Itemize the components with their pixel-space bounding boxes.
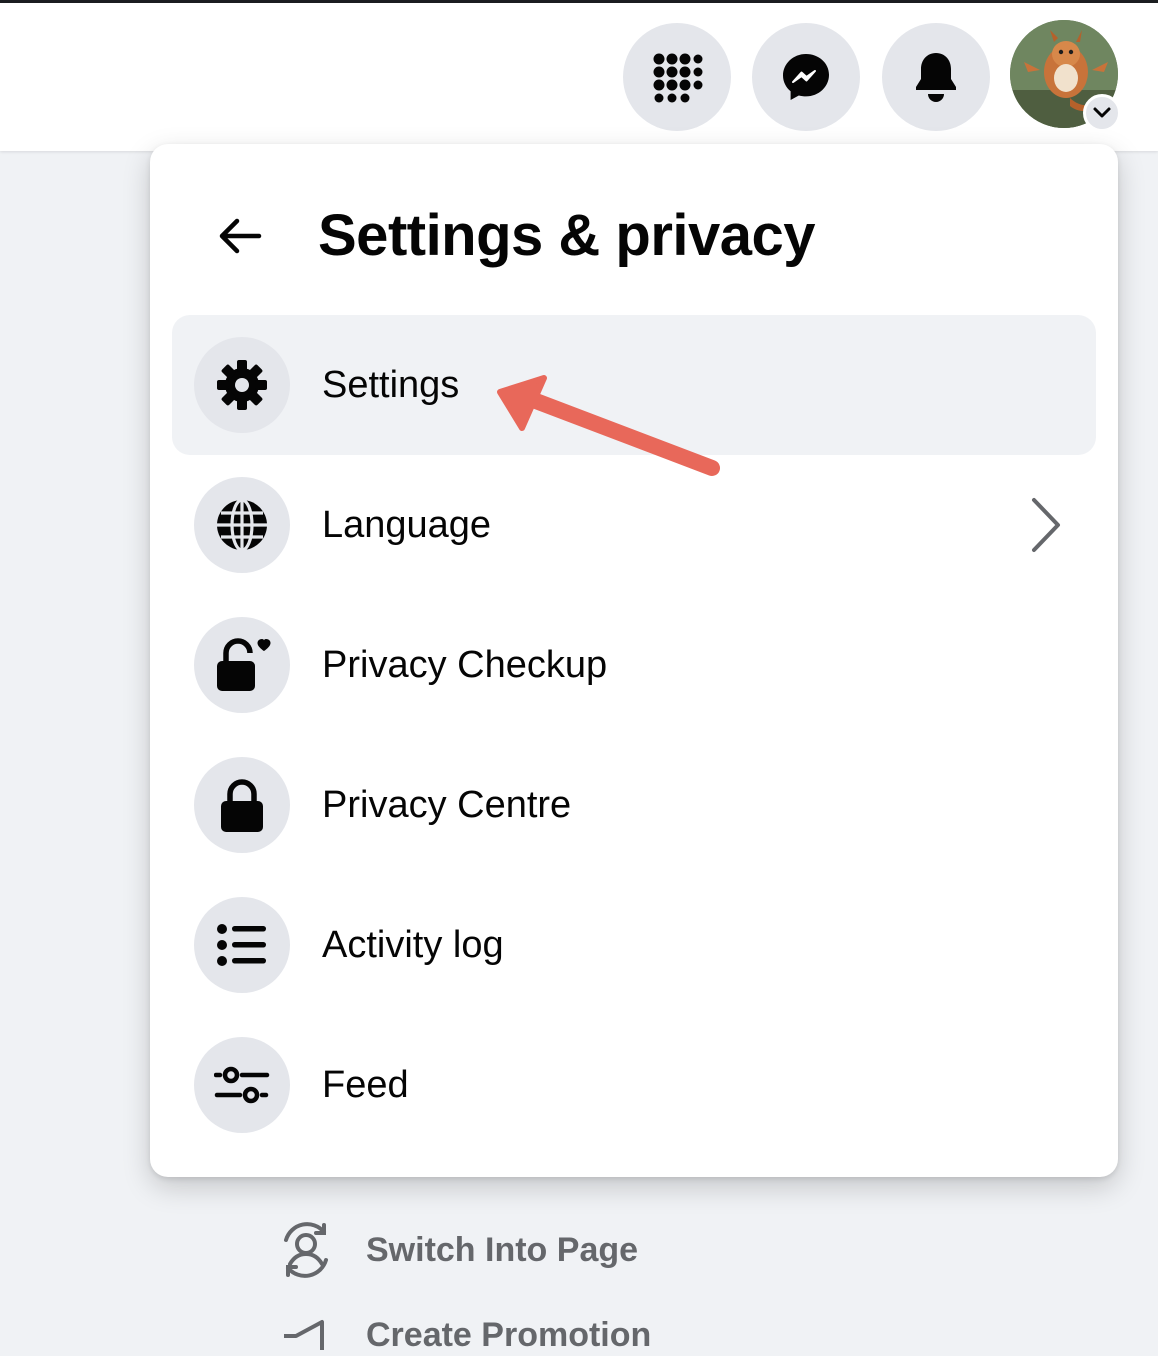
- lock-heart-icon: [217, 638, 271, 691]
- chevron-down-icon: [1093, 107, 1111, 118]
- arrow-left-icon: [219, 218, 262, 254]
- messenger-button[interactable]: [752, 23, 860, 131]
- menu-item-label: Language: [322, 504, 492, 546]
- menu-item-label: Privacy Centre: [322, 784, 572, 826]
- menu-item-privacy-centre[interactable]: Privacy Centre: [172, 735, 1096, 875]
- background-menu-label: Switch Into Page: [366, 1230, 639, 1269]
- gear-icon: [217, 360, 267, 410]
- menu-button[interactable]: [623, 23, 731, 131]
- bell-icon: [916, 53, 956, 102]
- menu-item-icon: [194, 617, 290, 713]
- settings-privacy-menu: Settings & privacy Settings Language Pri…: [150, 144, 1118, 1177]
- menu-item-activity-log[interactable]: Activity log: [172, 875, 1096, 1015]
- menu-item-language[interactable]: Language: [172, 455, 1096, 595]
- menu-grid-icon: [653, 53, 703, 103]
- lock-icon: [221, 779, 263, 832]
- account-menu-toggle[interactable]: [1083, 94, 1121, 132]
- notifications-button[interactable]: [882, 23, 990, 131]
- menu-item-label: Feed: [322, 1064, 409, 1106]
- menu-item-privacy-checkup[interactable]: Privacy Checkup: [172, 595, 1096, 735]
- background-menu-item-switch-page[interactable]: Switch Into Page: [278, 1222, 638, 1278]
- top-navigation-bar: [0, 3, 1158, 151]
- switch-profile-icon: [284, 1222, 328, 1278]
- menu-item-icon: [194, 757, 290, 853]
- menu-item-label: Settings: [322, 364, 460, 406]
- sliders-icon: [214, 1066, 270, 1104]
- messenger-icon: [783, 54, 829, 100]
- menu-item-icon: [194, 1037, 290, 1133]
- submenu-chevron: [1026, 493, 1066, 557]
- menu-item-icon: [194, 337, 290, 433]
- megaphone-icon: [284, 1320, 324, 1350]
- list-icon: [217, 924, 266, 966]
- panel-title: Settings & privacy: [318, 203, 816, 268]
- menu-item-settings[interactable]: Settings: [172, 315, 1096, 455]
- back-button[interactable]: [190, 196, 290, 276]
- menu-item-icon: [194, 477, 290, 573]
- menu-item-icon: [194, 897, 290, 993]
- menu-item-label: Privacy Checkup: [322, 644, 608, 686]
- menu-item-label: Activity log: [322, 924, 504, 966]
- chevron-right-icon: [1032, 498, 1060, 552]
- menu-item-feed[interactable]: Feed: [172, 1015, 1096, 1155]
- background-menu-item-create-promotion[interactable]: Create Promotion: [278, 1316, 651, 1356]
- globe-icon: [217, 498, 267, 552]
